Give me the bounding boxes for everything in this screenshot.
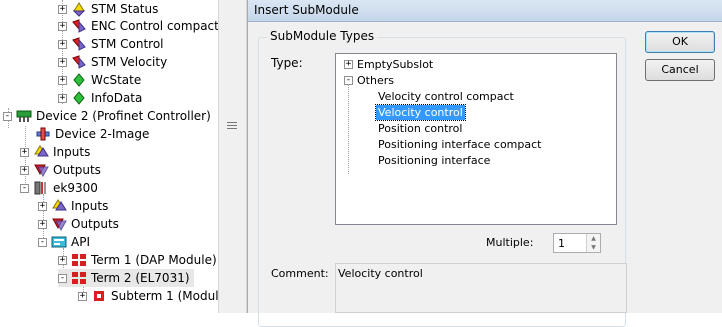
spin-buttons[interactable]: ▲ ▼ [586,234,600,252]
expand-icon[interactable]: + [344,60,353,69]
tree-item-ek9300-outputs[interactable]: + Outputs [38,215,119,233]
inputs-icon [51,198,67,214]
collapse-icon[interactable]: - [20,183,29,193]
outputs-icon [51,216,67,232]
tree-item-term-2[interactable]: - Term 2 (EL7031) [58,269,194,287]
tree-item-outputs[interactable]: + Outputs [20,161,101,179]
inputs-icon [33,144,49,160]
spin-down-icon[interactable]: ▼ [587,243,600,252]
output-icon [71,36,87,52]
tree-item-device-2[interactable]: - Device 2 (Profinet Controller) [3,107,211,125]
tree-item-label: Inputs [53,145,91,159]
stm-status-icon [71,1,87,17]
tree-item-label: Device 2-Image [55,127,150,141]
ok-button[interactable]: OK [645,31,715,53]
dialog-title: Insert SubModule [254,3,359,17]
tree-item-label: Term 2 (EL7031) [91,271,190,285]
expand-icon[interactable]: + [58,93,67,103]
terminal-icon [71,252,87,268]
tree-item-label: InfoData [91,91,143,105]
collapse-icon[interactable]: - [38,237,47,247]
tree-item-stm-control[interactable]: + STM Control [58,35,164,53]
type-label: Type: [271,56,303,70]
tree-item-enc-control-compact[interactable]: + ENC Control compact [58,17,218,35]
list-item-velocity-control-compact[interactable]: Velocity control compact [378,89,514,104]
expand-icon[interactable]: + [20,165,29,175]
outputs-icon [33,162,49,178]
multiple-label: Multiple: [486,236,534,249]
list-item-positioning-interface-compact[interactable]: Positioning interface compact [378,137,541,152]
tree-item-label: Inputs [71,199,109,213]
subterminal-icon [91,288,107,304]
device-tree[interactable]: + STM Status + ENC Control compact + STM… [0,0,218,313]
group-label: SubModule Types [267,29,378,43]
tree-item-label: Outputs [53,163,101,177]
expand-icon[interactable]: + [58,39,67,49]
expand-icon[interactable]: + [58,21,67,31]
expand-icon[interactable]: + [58,75,67,85]
list-item-emptysubslot[interactable]: + EmptySubslot [344,57,433,72]
tree-item-ek9300-inputs[interactable]: + Inputs [38,197,108,215]
list-item-velocity-control[interactable]: Velocity control [375,104,466,121]
cancel-button[interactable]: Cancel [645,59,715,81]
tree-item-api[interactable]: - API [38,233,90,251]
expand-icon[interactable]: + [58,4,67,14]
tree-item-stm-velocity[interactable]: + STM Velocity [58,53,167,71]
tree-item-label: STM Control [91,37,164,51]
expand-icon[interactable]: + [38,219,47,229]
comment-value: Velocity control [338,267,423,280]
tree-item-label: API [71,235,90,249]
tree-item-label: STM Velocity [91,55,168,69]
tree-item-label: WcState [91,73,142,87]
tree-item-label: STM Status [91,2,159,16]
expand-icon[interactable]: + [20,147,29,157]
coupler-icon [33,180,49,196]
tree-item-term-1[interactable]: + Term 1 (DAP Module) [58,251,217,269]
spin-up-icon[interactable]: ▲ [587,234,600,243]
submodule-type-list[interactable]: + EmptySubslot - Others Velocity control… [335,53,617,225]
list-item-positioning-interface[interactable]: Positioning interface [378,153,490,168]
splitter-grip-icon[interactable] [227,122,237,132]
tree-item-infodata[interactable]: + InfoData [58,89,142,107]
expand-icon[interactable]: + [38,201,47,211]
comment-label: Comment: [271,267,329,280]
image-icon [35,126,51,142]
tree-item-label: ENC Control compact [91,19,218,33]
tree-item-label: Device 2 (Profinet Controller) [36,109,211,123]
tree-item-inputs[interactable]: + Inputs [20,143,90,161]
insert-submodule-dialog: Insert SubModule SubModule Types Type: +… [247,0,722,327]
collapse-icon[interactable]: - [3,111,12,121]
dialog-titlebar[interactable]: Insert SubModule [248,0,722,22]
multiple-stepper[interactable]: 1 ▲ ▼ [553,233,601,253]
tree-item-device-2-image[interactable]: Device 2-Image [35,125,149,143]
pane-splitter[interactable] [218,0,247,313]
api-icon [51,234,67,250]
terminal-icon [71,270,87,286]
tree-item-label: Outputs [71,217,119,231]
tree-item-label: ek9300 [53,181,98,195]
tree-item-label: Subterm 1 (ModuleA [111,289,218,303]
collapse-icon[interactable]: - [58,273,67,283]
list-item-position-control[interactable]: Position control [378,121,462,136]
list-item-others[interactable]: - Others [344,73,394,88]
output-icon [71,18,87,34]
input-icon [71,90,87,106]
tree-item-wcstate[interactable]: + WcState [58,71,141,89]
input-icon [71,72,87,88]
tree-item-label: Term 1 (DAP Module) [91,253,217,267]
tree-item-subterm-1[interactable]: + Subterm 1 (ModuleA [78,287,218,305]
comment-field: Velocity control [335,263,627,313]
expand-icon[interactable]: + [58,255,67,265]
network-device-icon [16,108,32,124]
tree-item-stm-status[interactable]: + STM Status [58,0,158,18]
multiple-value[interactable]: 1 [558,237,565,250]
expand-icon[interactable]: + [78,291,87,301]
expand-icon[interactable]: + [58,57,67,67]
tree-item-ek9300[interactable]: - ek9300 [20,179,98,197]
output-icon [71,54,87,70]
